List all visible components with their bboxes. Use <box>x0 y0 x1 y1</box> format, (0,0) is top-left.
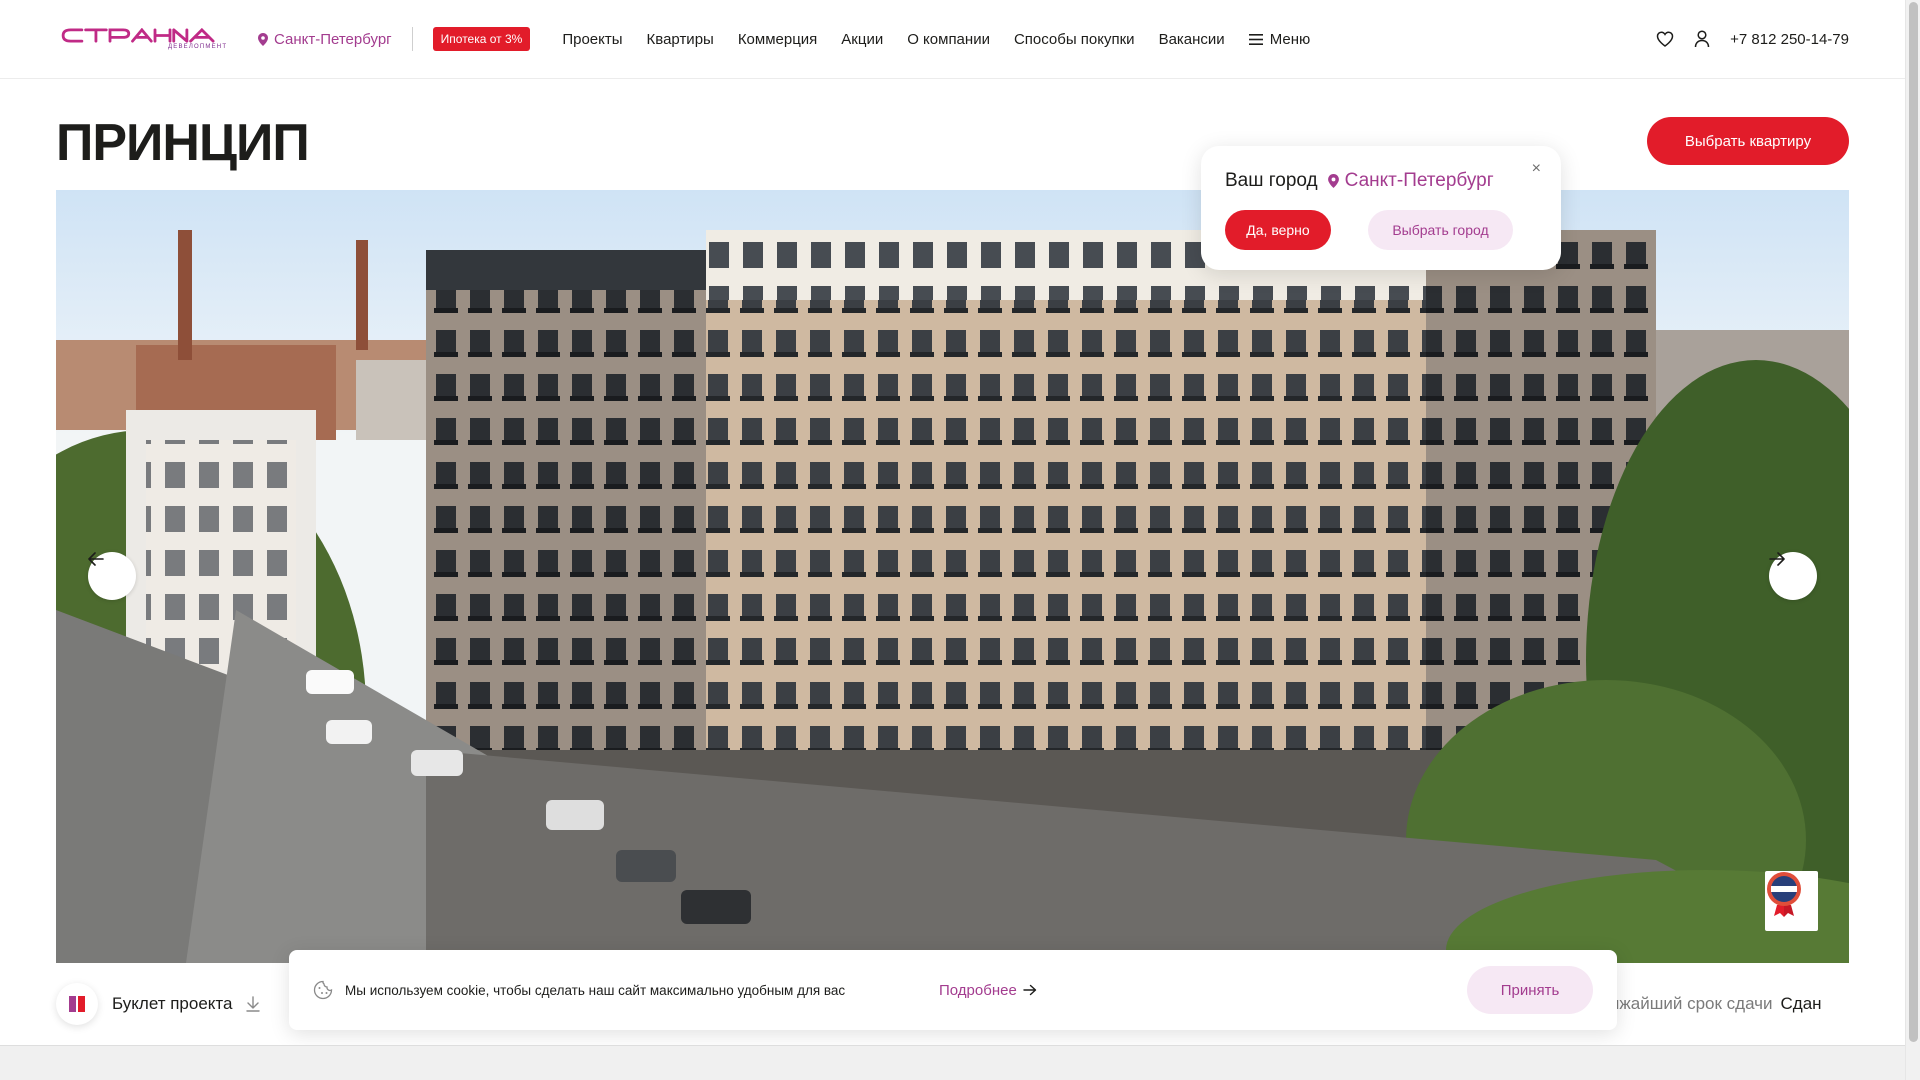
gallery-prev-button[interactable] <box>88 552 136 600</box>
deadline-value: Сдан <box>1780 994 1822 1013</box>
close-icon[interactable]: × <box>1532 160 1541 178</box>
hero-gallery <box>56 190 1849 963</box>
download-icon <box>246 996 261 1012</box>
arrow-right-icon <box>1769 552 1785 566</box>
hamburger-icon <box>1248 33 1263 45</box>
cookie-message: Мы используем cookie, чтобы сделать наш … <box>345 982 846 998</box>
completion-deadline: лижайший срок сдачи Сдан <box>1600 994 1822 1014</box>
nav-item-promotions[interactable]: Акции <box>841 31 883 48</box>
nav-item-apartments[interactable]: Квартиры <box>647 31 714 48</box>
page-title: ПРИНЦИП <box>56 114 310 172</box>
page: девелопмент Санкт-Петербург Ипотека от 3… <box>0 0 1905 1045</box>
detected-city-label: Санкт-Петербург <box>1344 170 1494 191</box>
building-photo <box>56 230 1849 963</box>
choose-city-button[interactable]: Выбрать город <box>1368 210 1513 250</box>
booklet-icon-wrap <box>56 983 98 1025</box>
header-city-selector[interactable]: Санкт-Петербург <box>258 27 413 51</box>
cookie-banner: Мы используем cookie, чтобы сделать наш … <box>289 950 1617 1030</box>
mortgage-promo-badge[interactable]: Ипотека от 3% <box>432 27 531 51</box>
location-pin-icon <box>258 32 268 46</box>
scrollbar-thumb[interactable] <box>1909 2 1918 1042</box>
user-profile-icon[interactable] <box>1694 30 1710 48</box>
logo-subtext: девелопмент <box>168 44 228 50</box>
choose-apartment-button[interactable]: Выбрать квартиру <box>1647 117 1849 165</box>
nav-item-commercial[interactable]: Коммерция <box>738 31 817 48</box>
cookie-accept-button[interactable]: Принять <box>1467 966 1593 1014</box>
page-scrollbar[interactable] <box>1905 0 1920 1080</box>
cookie-more-link[interactable]: Подробнее <box>939 982 1037 999</box>
favorites-heart-icon[interactable] <box>1656 31 1674 47</box>
cookie-icon <box>313 980 333 1000</box>
site-header: девелопмент Санкт-Петербург Ипотека от 3… <box>0 0 1905 79</box>
arrow-left-icon <box>88 552 104 566</box>
deadline-label: лижайший срок сдачи <box>1600 994 1773 1013</box>
gallery-next-button[interactable] <box>1769 552 1817 600</box>
arrow-right-icon <box>1023 984 1036 996</box>
city-confirm-popup: × Ваш город Санкт-Петербург Да, верно Вы… <box>1201 146 1561 270</box>
nav-item-projects[interactable]: Проекты <box>562 31 622 48</box>
confirm-city-button[interactable]: Да, верно <box>1225 210 1331 250</box>
logo-wordmark-icon <box>61 28 215 43</box>
city-question-label: Ваш город <box>1225 170 1318 191</box>
brand-logo[interactable]: девелопмент <box>56 28 228 50</box>
menu-button[interactable]: Меню <box>1248 30 1311 48</box>
header-actions: +7 812 250-14-79 <box>1656 30 1849 48</box>
nav-item-about[interactable]: О компании <box>907 31 990 48</box>
award-medal-icon <box>1767 872 1801 917</box>
city-question: Ваш город Санкт-Петербург <box>1225 170 1494 192</box>
nav-item-vacancies[interactable]: Вакансии <box>1159 31 1225 48</box>
bottom-strip <box>0 1045 1905 1080</box>
detected-city: Санкт-Петербург <box>1327 170 1494 192</box>
cookie-more-label: Подробнее <box>939 981 1017 999</box>
nav-item-purchase-methods[interactable]: Способы покупки <box>1014 31 1135 48</box>
project-booklet-download[interactable]: Буклет проекта <box>56 983 261 1025</box>
booklet-label: Буклет проекта <box>112 994 233 1013</box>
main-nav: Проекты Квартиры Коммерция Акции О компа… <box>562 31 1224 48</box>
award-badge[interactable] <box>1765 871 1818 931</box>
menu-label: Меню <box>1269 30 1311 48</box>
header-city-label: Санкт-Петербург <box>274 30 392 48</box>
booklet-icon <box>69 996 85 1012</box>
phone-number-link[interactable]: +7 812 250-14-79 <box>1730 31 1849 48</box>
location-pin-icon <box>1327 174 1339 188</box>
